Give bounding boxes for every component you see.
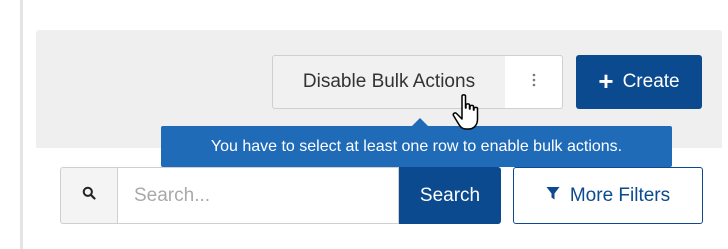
more-filters-label: More Filters [569,184,671,206]
more-vertical-icon [532,73,536,92]
create-label: Create [622,71,680,92]
filter-icon [546,185,560,207]
disable-bulk-actions-label: Disable Bulk Actions [302,71,476,92]
bulk-actions-tooltip: You have to select at least one row to e… [161,126,672,167]
more-filters-button[interactable]: More Filters [513,167,703,224]
search-button-label: Search [419,184,481,206]
search-button[interactable]: Search [399,167,501,224]
left-border [20,0,23,249]
search-input[interactable] [117,167,399,224]
search-icon-addon [60,167,117,224]
tooltip-text: You have to select at least one row to e… [210,137,623,155]
create-button[interactable]: + Create [576,55,702,109]
plus-icon: + [598,66,614,96]
search-icon [82,186,96,205]
top-bar [23,0,728,30]
more-actions-button[interactable] [505,55,563,109]
hand-pointer-cursor-icon [449,93,489,133]
